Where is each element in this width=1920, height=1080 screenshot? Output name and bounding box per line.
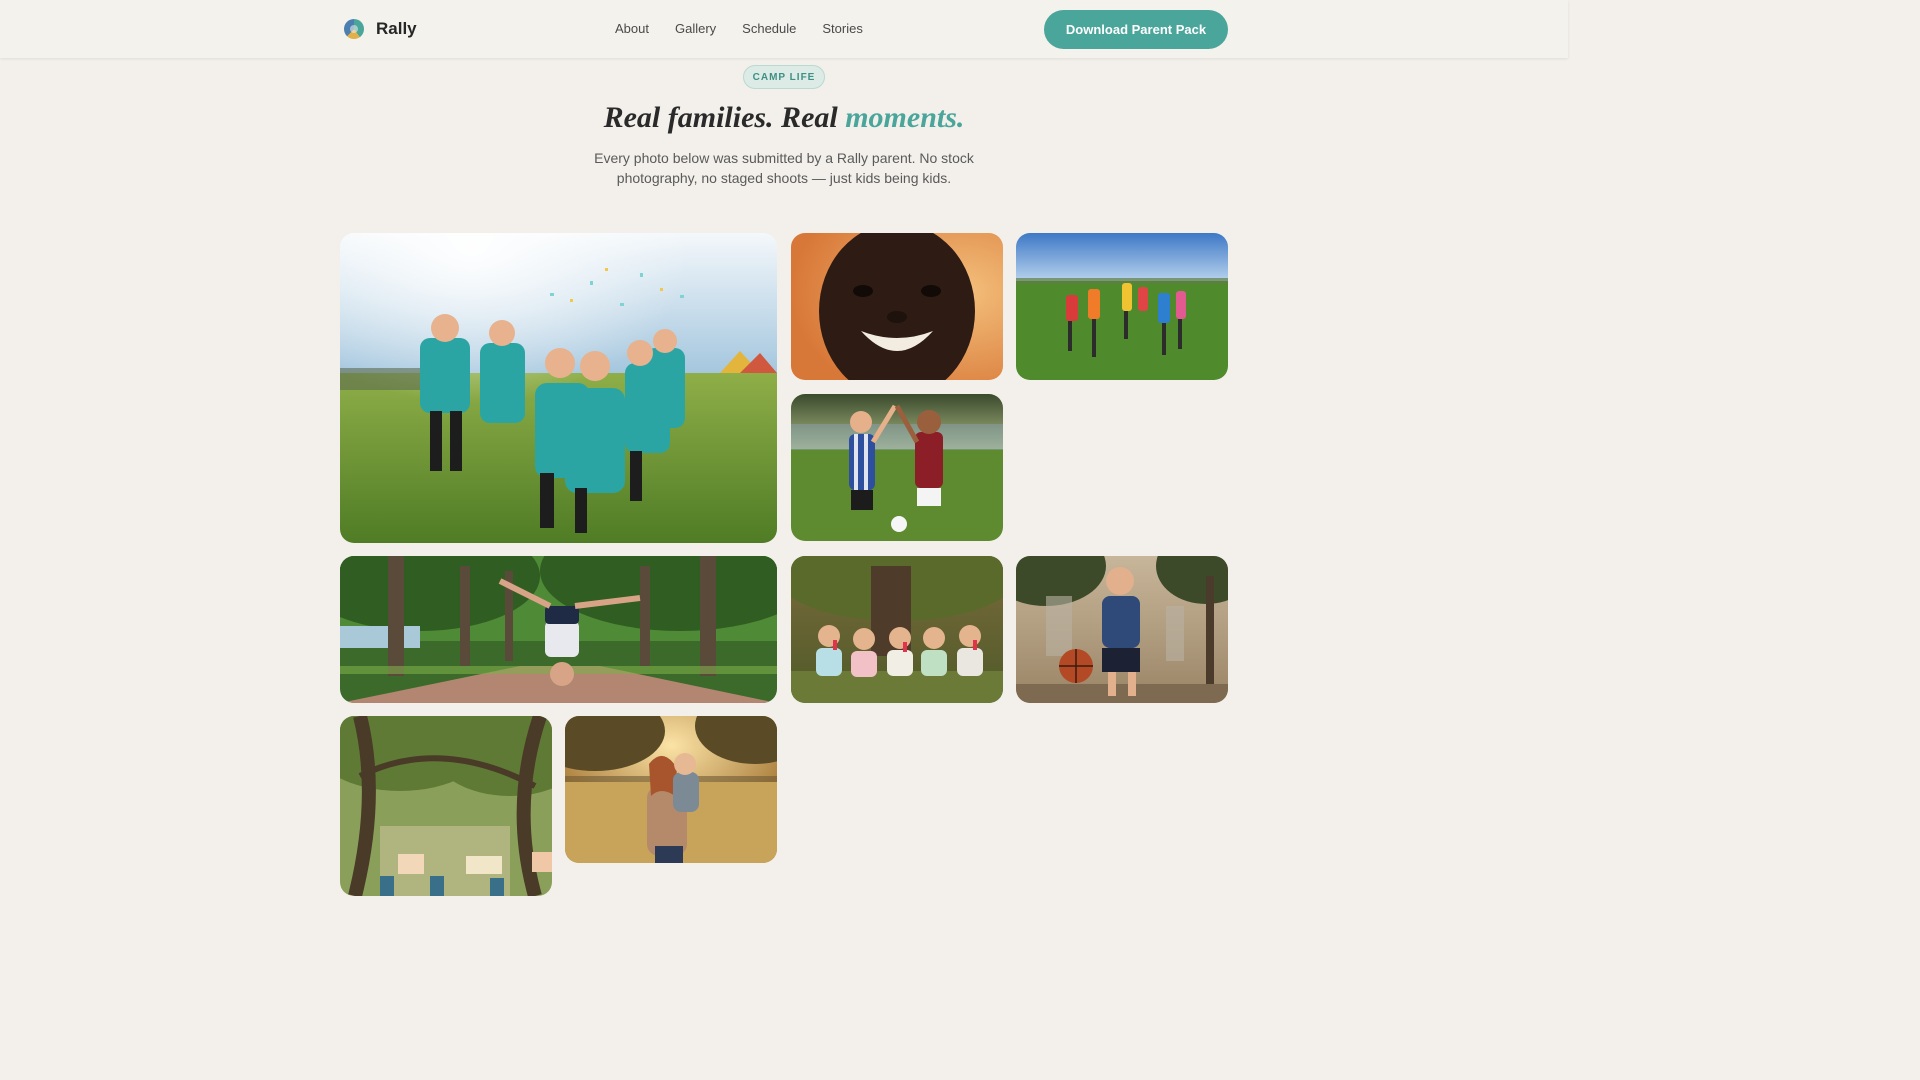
photo-soccer-high-five[interactable] — [791, 394, 1003, 541]
nav-gallery[interactable]: Gallery — [675, 21, 716, 36]
main-nav: About Gallery Schedule Stories — [615, 21, 863, 36]
photo-parent-child-meadow[interactable] — [565, 716, 777, 863]
rally-logo-icon — [344, 19, 364, 39]
download-parent-pack-button[interactable]: Download Parent Pack — [1044, 10, 1228, 49]
brand[interactable]: Rally — [344, 18, 417, 40]
nav-about[interactable]: About — [615, 21, 649, 36]
title-text: Real families. Real — [603, 101, 846, 134]
page-subtitle: Every photo below was submitted by a Ral… — [594, 150, 974, 186]
nav-schedule[interactable]: Schedule — [742, 21, 796, 36]
photo-kids-circle-field[interactable] — [1016, 233, 1228, 380]
photo-explore-signs-oaks[interactable] — [340, 716, 552, 896]
title-accent: moments. — [845, 101, 965, 134]
photo-kids-popsicles-tree[interactable] — [791, 556, 1003, 703]
photo-cartwheel-tree-path[interactable] — [340, 556, 777, 703]
photo-camp-team-celebration[interactable] — [340, 233, 777, 543]
photo-smiling-child-portrait[interactable] — [791, 233, 1003, 380]
page-title: Real families. Real moments. — [0, 99, 1568, 137]
site-header: Rally About Gallery Schedule Stories Dow… — [0, 0, 1568, 58]
nav-stories[interactable]: Stories — [822, 21, 862, 36]
brand-name: Rally — [376, 19, 417, 38]
section-badge: CAMP LIFE — [743, 65, 825, 89]
photo-boy-basketball[interactable] — [1016, 556, 1228, 703]
